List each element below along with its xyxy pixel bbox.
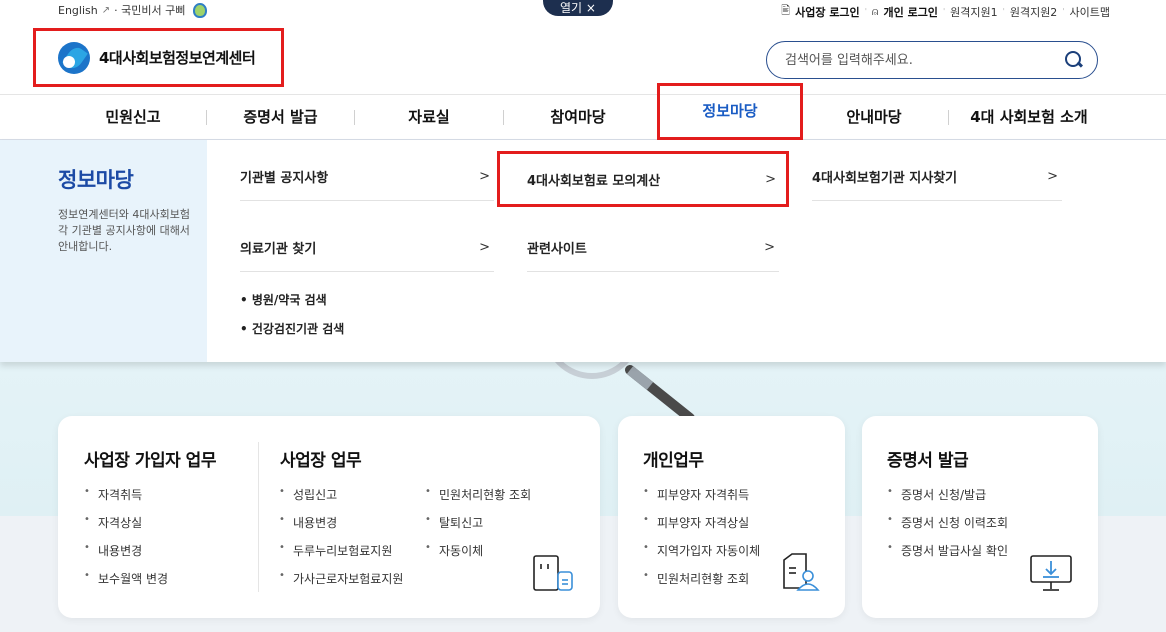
- card-title: 사업장 업무: [280, 451, 362, 471]
- information-submenu-panel: 정보마당 정보연계센터와 4대사회보험 각 기관별 공지사항에 대해서 안내합니…: [0, 140, 1166, 362]
- remote-support-1-link[interactable]: 원격지원1: [950, 4, 997, 20]
- sublink-hospital-pharmacy[interactable]: • 병원/약국 검색: [240, 291, 327, 308]
- list-item[interactable]: 증명서 신청 이력조회: [887, 514, 1008, 542]
- list-item[interactable]: 증명서 신청/발급: [887, 486, 1008, 514]
- submenu-label: 관련사이트: [527, 242, 587, 257]
- divider: ': [942, 7, 946, 16]
- business-login-link[interactable]: 사업장 로그인: [795, 4, 860, 20]
- building-document-icon: [533, 555, 573, 591]
- submenu-label: 4대사회보험기관 지사찾기: [812, 171, 958, 186]
- nav-item-information[interactable]: 정보마당: [657, 83, 803, 140]
- search-input[interactable]: [785, 52, 1065, 68]
- chevron-right-icon: >: [1047, 169, 1058, 184]
- divider: ': [864, 7, 867, 16]
- nav-item-certificate[interactable]: 증명서 발급: [207, 95, 354, 140]
- utility-bar: English ↗ · 국민비서 구삐 열기 × 🖹 사업장 로그인 ' ⍝ 개…: [0, 0, 1166, 24]
- list-item[interactable]: 보수월액 변경: [84, 570, 168, 598]
- divider: ': [1062, 7, 1065, 16]
- chevron-right-icon: >: [765, 171, 776, 187]
- list-item[interactable]: 가사근로자보험료지원: [279, 570, 403, 598]
- list-item[interactable]: 자격취득: [84, 486, 168, 514]
- list-item[interactable]: 피부양자 자격취득: [643, 486, 760, 514]
- logo-icon: [58, 41, 90, 74]
- submenu-label: 기관별 공지사항: [240, 171, 329, 186]
- list-item[interactable]: 두루누리보험료지원: [279, 542, 403, 570]
- external-link-icon: ↗: [101, 4, 111, 16]
- divider: ': [1002, 7, 1005, 16]
- main-navigation: 민원신고 증명서 발급 자료실 참여마당 정보마당 안내마당 4대 사회보험 소…: [0, 83, 1166, 140]
- list-item[interactable]: 증명서 발급사실 확인: [887, 542, 1008, 570]
- list-item[interactable]: 피부양자 자격상실: [643, 514, 760, 542]
- submenu-medical-institution[interactable]: 의료기관 찾기 >: [240, 224, 494, 272]
- list-item[interactable]: 내용변경: [279, 514, 403, 542]
- certificate-card: 증명서 발급 증명서 신청/발급 증명서 신청 이력조회 증명서 발급사실 확인: [862, 416, 1098, 618]
- sublink-health-checkup[interactable]: • 건강검진기관 검색: [240, 320, 344, 337]
- submenu-institution-notices[interactable]: 기관별 공지사항 >: [240, 153, 494, 201]
- chevron-right-icon: >: [764, 240, 775, 255]
- list-item[interactable]: 지역가입자 자동이체: [643, 542, 760, 570]
- submenu-title: 정보마당: [58, 168, 134, 192]
- submenu-description: 정보연계센터와 4대사회보험 각 기관별 공지사항에 대해서 안내합니다.: [58, 208, 190, 253]
- site-logo[interactable]: 4대사회보험정보연계센터: [33, 28, 284, 87]
- card-title: 증명서 발급: [887, 451, 969, 471]
- sitemap-link[interactable]: 사이트맵: [1070, 4, 1110, 20]
- business-services-card: 사업장 가입자 업무 자격취득 자격상실 내용변경 보수월액 변경 사업장 업무…: [58, 416, 600, 618]
- business-list-col2: 민원처리현황 조회 탈퇴신고 자동이체: [425, 486, 531, 570]
- submenu-label: 의료기관 찾기: [240, 242, 317, 257]
- monitor-download-icon: [1030, 555, 1072, 591]
- submenu-insurance-calculator[interactable]: 4대사회보험료 모의계산 >: [497, 151, 789, 207]
- nav-item-about-insurance[interactable]: 4대 사회보험 소개: [949, 95, 1109, 140]
- list-item[interactable]: 성립신고: [279, 486, 403, 514]
- list-item[interactable]: 자동이체: [425, 542, 531, 570]
- person-document-icon: [783, 553, 820, 591]
- nav-item-participation[interactable]: 참여마당: [504, 95, 652, 140]
- submenu-related-sites[interactable]: 관련사이트 >: [527, 224, 779, 272]
- nav-item-archive[interactable]: 자료실: [355, 95, 503, 140]
- english-link[interactable]: English: [58, 4, 98, 17]
- search-box: [766, 41, 1098, 79]
- search-icon[interactable]: [1065, 51, 1083, 69]
- card-divider: [258, 442, 259, 592]
- business-icon: 🖹: [781, 4, 791, 17]
- business-list-col1: 성립신고 내용변경 두루누리보험료지원 가사근로자보험료지원: [279, 486, 403, 598]
- personal-services-card: 개인업무 피부양자 자격취득 피부양자 자격상실 지역가입자 자동이체 민원처리…: [618, 416, 845, 618]
- chevron-right-icon: >: [479, 169, 490, 184]
- personal-login-link[interactable]: 개인 로그인: [884, 4, 938, 20]
- list-item[interactable]: 내용변경: [84, 542, 168, 570]
- certificate-list: 증명서 신청/발급 증명서 신청 이력조회 증명서 발급사실 확인: [887, 486, 1008, 570]
- person-icon: ⍝: [871, 4, 879, 18]
- list-item[interactable]: 탈퇴신고: [425, 514, 531, 542]
- personal-list: 피부양자 자격취득 피부양자 자격상실 지역가입자 자동이체 민원처리현황 조회: [643, 486, 760, 598]
- card-title: 사업장 가입자 업무: [84, 451, 216, 471]
- list-item[interactable]: 민원처리현황 조회: [643, 570, 760, 598]
- submenu-label: 4대사회보험료 모의계산: [527, 173, 661, 189]
- remote-support-2-link[interactable]: 원격지원2: [1010, 4, 1057, 20]
- business-join-list: 자격취득 자격상실 내용변경 보수월액 변경: [84, 486, 168, 598]
- nav-item-guide[interactable]: 안내마당: [800, 95, 948, 140]
- popup-open-tab[interactable]: 열기 ×: [543, 0, 613, 16]
- submenu-branch-finder[interactable]: 4대사회보험기관 지사찾기 >: [812, 153, 1062, 201]
- chevron-right-icon: >: [479, 240, 490, 255]
- card-title: 개인업무: [643, 451, 704, 471]
- list-item[interactable]: 민원처리현황 조회: [425, 486, 531, 514]
- submenu-intro: 정보마당 정보연계센터와 4대사회보험 각 기관별 공지사항에 대해서 안내합니…: [0, 140, 207, 362]
- mascot-icon: [193, 2, 208, 18]
- citizen-secretary-link[interactable]: · 국민비서 구삐: [114, 2, 185, 18]
- logo-text: 4대사회보험정보연계센터: [99, 49, 256, 67]
- list-item[interactable]: 자격상실: [84, 514, 168, 542]
- nav-item-civil-report[interactable]: 민원신고: [60, 95, 206, 140]
